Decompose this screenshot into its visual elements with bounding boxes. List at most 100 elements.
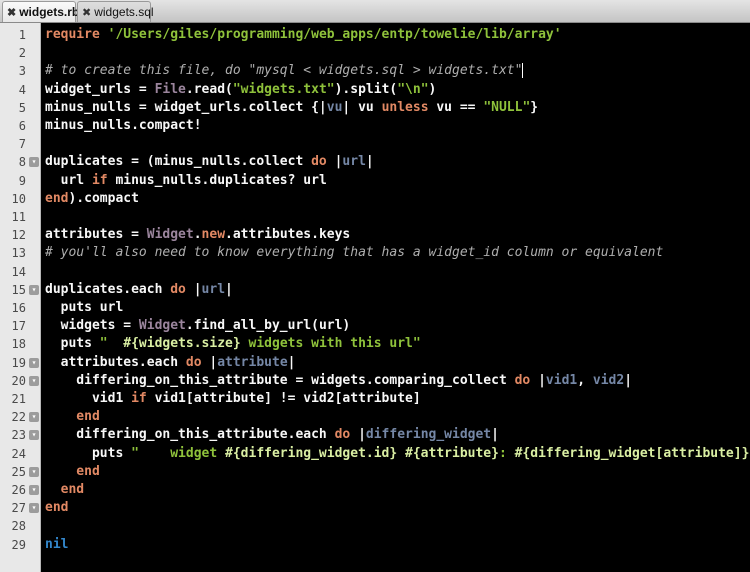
block-param-token: vid2 xyxy=(592,372,625,388)
code-text: duplicates = (minus_nulls.collect xyxy=(45,154,312,170)
string-token: " widget xyxy=(131,445,226,461)
fold-toggle-icon[interactable]: ▾ xyxy=(29,430,39,441)
line-number-row: 3 xyxy=(0,62,41,80)
code-line[interactable]: end xyxy=(45,481,85,499)
tab-label: widgets.sql xyxy=(94,5,154,19)
code-line[interactable]: duplicates.each do |url| xyxy=(45,281,233,299)
close-icon[interactable]: ✖ xyxy=(82,6,91,19)
line-number: 17 xyxy=(11,319,26,334)
keyword-token: if xyxy=(91,172,108,188)
code-text: | xyxy=(201,354,218,370)
line-number-row: 28 xyxy=(0,517,41,535)
code-line[interactable]: require '/Users/giles/programming/web_ap… xyxy=(45,26,562,44)
line-number: 7 xyxy=(18,137,26,152)
line-number-row: 10 xyxy=(0,190,41,208)
block-param-token: url xyxy=(201,281,226,297)
string-token: : xyxy=(498,445,515,461)
line-number-row: 20 ▾ xyxy=(0,372,41,390)
code-line[interactable]: widget_urls = File.read("widgets.txt").s… xyxy=(45,81,436,99)
code-line[interactable]: attributes.each do |attribute| xyxy=(45,354,296,372)
fold-toggle-icon[interactable]: ▾ xyxy=(29,466,39,477)
code-line[interactable]: vid1 if vid1[attribute] != vid2[attribut… xyxy=(45,390,421,408)
interpolation-token: #{differing_widget.id} xyxy=(225,445,398,461)
code-line[interactable]: duplicates = (minus_nulls.collect do |ur… xyxy=(45,153,374,171)
fold-toggle-icon[interactable]: ▾ xyxy=(29,375,39,386)
code-text: | xyxy=(365,154,374,170)
line-number: 11 xyxy=(11,210,26,224)
code-line[interactable]: puts url xyxy=(45,299,124,317)
code-line[interactable]: minus_nulls = widget_urls.collect {|vu| … xyxy=(45,99,538,117)
block-param-token: attribute xyxy=(217,354,288,370)
interpolation-token: #{attribute} xyxy=(405,445,499,461)
fold-toggle-icon[interactable]: ▾ xyxy=(29,485,39,495)
line-number-row: 19 ▾ xyxy=(0,354,41,372)
line-number-row: 22 ▾ xyxy=(0,408,41,426)
keyword-token: unless xyxy=(381,99,429,115)
block-param-token: url xyxy=(342,154,366,170)
code-text: | xyxy=(287,354,296,370)
code-line[interactable]: puts " #{widgets.size} widgets with this… xyxy=(45,335,421,353)
code-line[interactable]: differing_on_this_attribute.each do |dif… xyxy=(45,426,499,444)
code-line[interactable]: # to create this file, do "mysql < widge… xyxy=(45,62,524,80)
fold-toggle-icon[interactable]: ▾ xyxy=(29,284,39,295)
line-number: 28 xyxy=(11,519,26,534)
line-number: 22 xyxy=(11,410,26,425)
code-text: | xyxy=(185,281,202,297)
text-cursor xyxy=(522,63,524,79)
code-line[interactable]: end).compact xyxy=(45,190,139,208)
code-line[interactable]: minus_nulls.compact! xyxy=(45,117,202,135)
line-number: 21 xyxy=(11,392,26,406)
string-token: "widgets.txt" xyxy=(232,81,335,97)
code-area[interactable]: require '/Users/giles/programming/web_ap… xyxy=(41,23,750,572)
line-number-row: 25 ▾ xyxy=(0,463,41,481)
fold-toggle-icon[interactable]: ▾ xyxy=(29,157,39,168)
code-text: | xyxy=(491,427,499,443)
code-text: differing_on_this_attribute.each xyxy=(45,427,335,443)
code-line[interactable]: end xyxy=(45,499,68,517)
line-number: 6 xyxy=(18,119,26,133)
code-text: .attributes.keys xyxy=(225,227,351,243)
line-number: 12 xyxy=(11,228,26,243)
fold-toggle-icon[interactable]: ▾ xyxy=(29,503,39,514)
code-line[interactable]: attributes = Widget.new.attributes.keys xyxy=(45,226,350,244)
tab-widgets-sql[interactable]: ✖ widgets.sql xyxy=(77,1,154,22)
line-number: 10 xyxy=(11,191,26,206)
line-number: 25 xyxy=(11,464,26,479)
code-line[interactable]: nil xyxy=(45,536,68,554)
code-line[interactable]: end xyxy=(45,408,100,426)
string-token: '/Users/giles/programming/web_apps/entp/… xyxy=(107,27,562,42)
code-text: widgets = xyxy=(45,318,139,334)
code-text: attributes.each xyxy=(45,354,186,370)
code-line[interactable]: differing_on_this_attribute = widgets.co… xyxy=(45,372,632,390)
tab-bar: ✖ widgets.rb ✖ widgets.sql xyxy=(0,0,750,23)
code-line[interactable]: widgets = Widget.find_all_by_url(url) xyxy=(45,317,351,335)
line-number: 4 xyxy=(18,82,26,97)
tab-widgets-rb[interactable]: ✖ widgets.rb xyxy=(2,1,80,22)
code-line[interactable]: puts " widget #{differing_widget.id} #{a… xyxy=(45,445,750,463)
code-text: .find_all_by_url(url) xyxy=(185,318,351,334)
code-line[interactable]: # you'll also need to know everything th… xyxy=(45,244,663,262)
code-text: | xyxy=(350,427,366,443)
code-text: differing_on_this_attribute = widgets.co… xyxy=(45,372,515,388)
line-number-row: 18 xyxy=(0,335,41,353)
line-number-row: 26 ▾ xyxy=(0,481,41,499)
code-text: puts xyxy=(45,336,100,352)
keyword-token: do xyxy=(185,354,202,370)
line-number-row: 7 xyxy=(0,135,41,153)
fold-toggle-icon[interactable]: ▾ xyxy=(29,357,39,368)
tab-label: widgets.rb xyxy=(19,5,80,19)
code-editor[interactable]: 1 2 3 4 5 6 7 8 ▾ 9 10 11 12 13 14 15 ▾ 16 17 18 19 ▾ 20 ▾ 21 22 ▾… xyxy=(0,23,750,572)
code-text: duplicates.each xyxy=(45,281,171,297)
keyword-token: end xyxy=(45,409,100,425)
line-number-row: 9 xyxy=(0,172,41,190)
comment-token: # to create this file, do "mysql < widge… xyxy=(45,63,523,79)
keyword-token: end xyxy=(45,500,69,516)
code-line[interactable]: end xyxy=(45,463,100,481)
line-number: 19 xyxy=(11,355,26,370)
code-text: | xyxy=(225,281,233,297)
fold-toggle-icon[interactable]: ▾ xyxy=(29,412,39,423)
string-token: "NULL" xyxy=(483,99,531,115)
code-line[interactable]: url if minus_nulls.duplicates? url xyxy=(45,172,327,190)
close-icon[interactable]: ✖ xyxy=(7,6,16,19)
line-number-row: 4 xyxy=(0,81,41,99)
